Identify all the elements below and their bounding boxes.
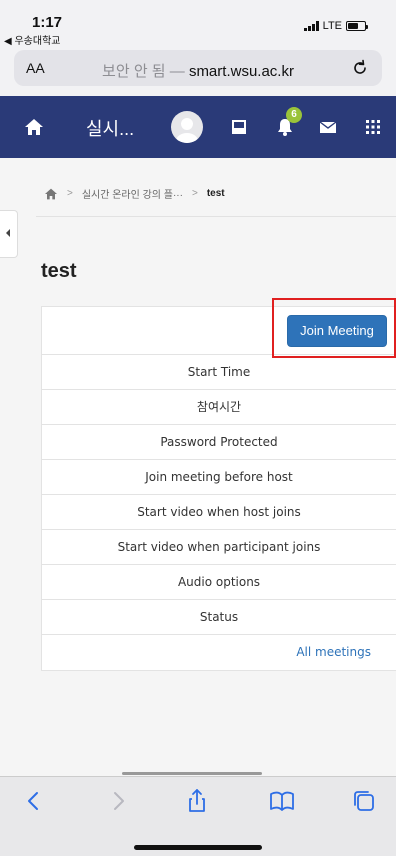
course-title[interactable]: 실시... [86, 115, 134, 141]
status-time: 1:17 [32, 14, 63, 31]
breadcrumb-separator-icon: > [67, 188, 73, 199]
grid-icon[interactable] [363, 117, 383, 137]
mail-icon[interactable] [318, 117, 338, 137]
table-row: Start video when host joins [42, 495, 396, 530]
meeting-table: Join Meeting Start Time 참여시간 Password Pr… [41, 306, 396, 671]
table-row: Password Protected [42, 425, 396, 460]
blocks-icon[interactable] [229, 117, 249, 137]
status-indicators: LTE [303, 20, 368, 32]
network-label: LTE [322, 20, 342, 32]
table-row: Join meeting before host [42, 460, 396, 495]
address-bar[interactable]: AA 보안 안 됨 — smart.wsu.ac.kr [14, 50, 382, 86]
top-navbar: 실시... 6 [0, 96, 396, 158]
table-row: Audio options [42, 565, 396, 600]
url-text[interactable]: 보안 안 됨 — smart.wsu.ac.kr [14, 60, 382, 81]
breadcrumb-item-current: test [206, 188, 225, 199]
book-icon[interactable] [268, 787, 296, 815]
tabs-icon[interactable] [350, 787, 378, 815]
table-row: Start Time [42, 355, 396, 390]
reload-icon[interactable] [350, 58, 370, 78]
all-meetings-link[interactable]: All meetings [296, 645, 371, 659]
not-secure-label: 보안 안 됨 [102, 63, 166, 80]
table-row: Start video when participant joins [42, 530, 396, 565]
breadcrumb-home-icon[interactable] [44, 188, 58, 200]
table-footer: All meetings [42, 635, 396, 670]
url-separator: — [169, 63, 185, 80]
browser-toolbar [0, 776, 396, 856]
divider [36, 216, 396, 217]
url-domain: smart.wsu.ac.kr [188, 63, 294, 80]
breadcrumb-item-course[interactable]: 실시간 온라인 강의 플··· [82, 186, 183, 201]
home-indicator [134, 845, 262, 850]
signal-icon [303, 21, 319, 31]
back-to-app-link[interactable]: ◀ 우송대학교 [4, 32, 60, 47]
highlight-annotation [272, 298, 396, 358]
table-row: Status [42, 600, 396, 635]
drawer-toggle-button[interactable] [0, 210, 18, 258]
battery-icon [346, 21, 368, 31]
breadcrumb: > 실시간 온라인 강의 플··· > test [44, 186, 225, 201]
breadcrumb-separator-icon: > [191, 188, 198, 199]
home-icon[interactable] [24, 118, 44, 136]
notification-badge: 6 [286, 107, 302, 123]
status-bar: 1:17 ◀ 우송대학교 LTE [0, 0, 396, 48]
back-arrow-icon[interactable] [20, 787, 48, 815]
share-icon[interactable] [183, 787, 211, 815]
chevron-left-icon [6, 229, 10, 237]
forward-arrow-icon[interactable] [104, 787, 132, 815]
page-content: > 실시간 온라인 강의 플··· > test test Join Meeti… [0, 158, 396, 776]
table-row: 참여시간 [42, 390, 396, 425]
user-avatar-icon[interactable] [171, 111, 203, 143]
page-title: test [41, 260, 77, 282]
scroll-indicator [122, 772, 262, 775]
